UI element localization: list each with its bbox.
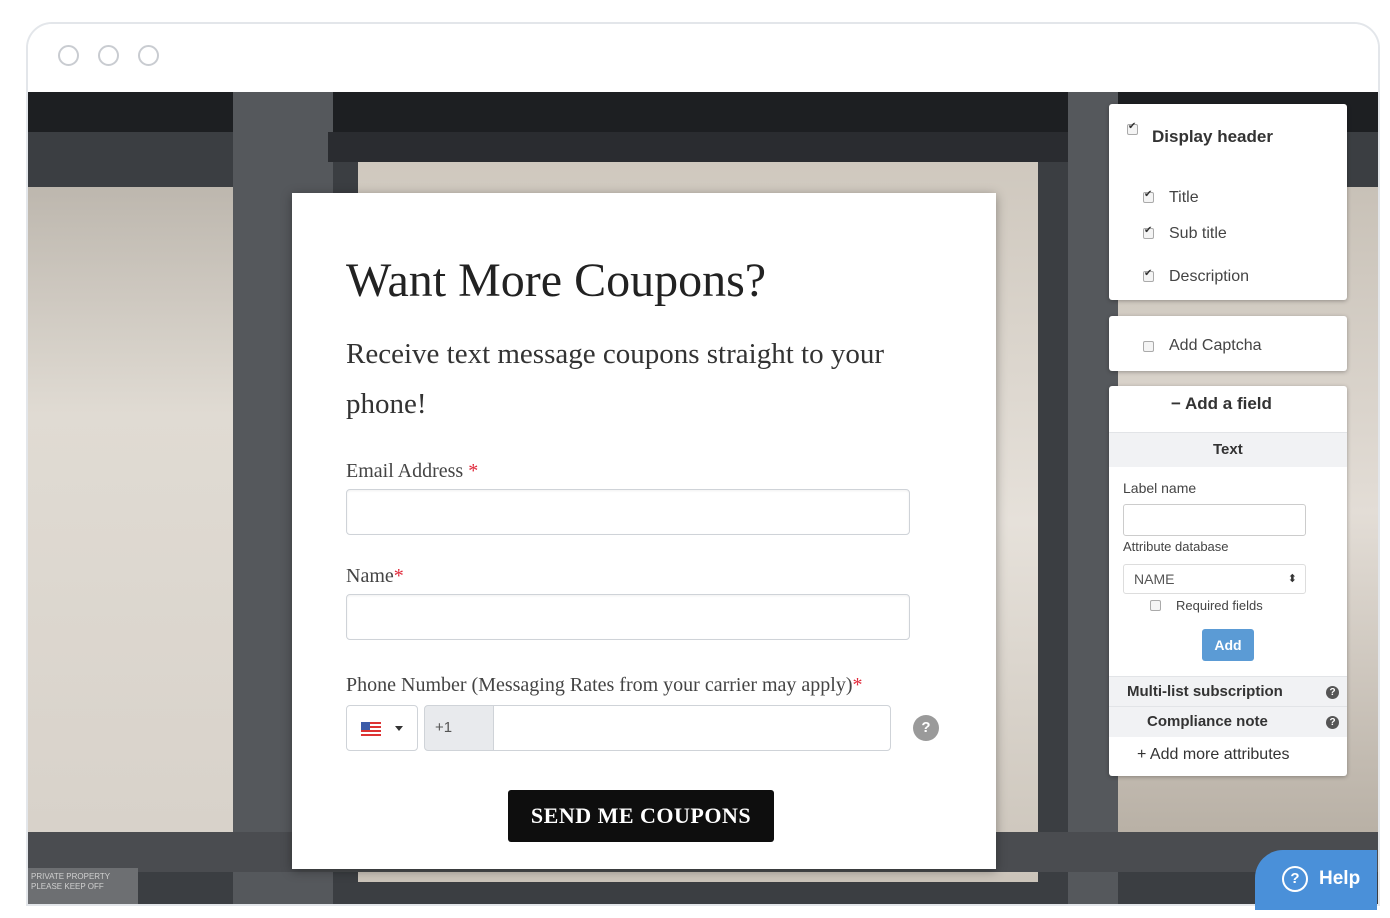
window-control-minimize-icon[interactable] <box>98 45 119 66</box>
description-checkbox[interactable] <box>1143 268 1154 282</box>
header-options-panel: Display header Title Sub title Descripti… <box>1109 104 1347 300</box>
attribute-database-select[interactable]: NAME ⬍ <box>1123 564 1306 594</box>
property-sign: PRIVATE PROPERTY PLEASE KEEP OFF <box>28 868 138 904</box>
label-name-input[interactable] <box>1123 504 1306 536</box>
display-header-checkbox[interactable] <box>1127 121 1138 135</box>
phone-label-text: Phone Number (Messaging Rates from your … <box>346 674 853 696</box>
sign-line: PLEASE KEEP OFF <box>31 882 104 891</box>
help-widget[interactable]: ? Help <box>1255 850 1377 910</box>
required-mark: * <box>852 674 863 696</box>
help-circle-icon: ? <box>1282 866 1308 892</box>
add-more-attributes-link[interactable]: + Add more attributes <box>1137 746 1290 764</box>
compliance-help-icon[interactable]: ? <box>1326 716 1339 729</box>
email-label: Email Address * <box>346 460 478 483</box>
subtitle-checkbox[interactable] <box>1143 225 1154 239</box>
name-label-text: Name <box>346 565 394 587</box>
sign-line: PRIVATE PROPERTY <box>31 872 111 881</box>
attribute-database-value: NAME <box>1134 571 1175 587</box>
attribute-database-label: Attribute database <box>1123 539 1229 554</box>
window-control-close-icon[interactable] <box>58 45 79 66</box>
multi-list-help-icon[interactable]: ? <box>1326 686 1339 699</box>
select-arrows-icon: ⬍ <box>1287 573 1297 585</box>
add-field-panel: − Add a field Text Label name Attribute … <box>1109 386 1347 776</box>
required-fields-label: Required fields <box>1176 598 1263 613</box>
caret-down-icon <box>395 726 403 731</box>
form-subtitle: Receive text message coupons straight to… <box>346 338 884 420</box>
title-option-label: Title <box>1169 189 1199 206</box>
phone-prefix: +1 <box>424 705 494 751</box>
compliance-label: Compliance note <box>1147 713 1268 730</box>
text-section-header: Text <box>1109 432 1347 467</box>
window-glass-left <box>28 187 233 837</box>
title-checkbox[interactable] <box>1143 189 1154 203</box>
window-control-maximize-icon[interactable] <box>138 45 159 66</box>
multi-list-label: Multi-list subscription <box>1127 683 1283 700</box>
send-coupons-button[interactable]: SEND ME COUPONS <box>508 790 774 842</box>
captcha-panel: Add Captcha <box>1109 316 1347 371</box>
phone-label: Phone Number (Messaging Rates from your … <box>346 674 863 697</box>
form-title: Want More Coupons? <box>346 254 767 307</box>
email-label-text: Email Address <box>346 460 464 482</box>
window-frame <box>328 132 1068 162</box>
compliance-row[interactable]: Compliance note ? <box>1109 706 1347 737</box>
us-flag-icon <box>361 722 381 736</box>
description-option-label: Description <box>1169 268 1250 285</box>
add-field-toggle[interactable]: − Add a field <box>1171 394 1272 414</box>
help-label: Help <box>1319 868 1361 889</box>
phone-row: +1 ? <box>346 705 946 751</box>
phone-field[interactable] <box>493 705 891 751</box>
window-titlebar <box>28 24 1378 92</box>
add-captcha-label: Add Captcha <box>1169 337 1262 354</box>
coupon-signup-form: Want More Coupons? Receive text message … <box>292 193 996 869</box>
required-fields-checkbox[interactable] <box>1150 600 1161 611</box>
name-label: Name* <box>346 565 404 588</box>
country-selector[interactable] <box>346 705 418 751</box>
text-section-label: Text <box>1213 441 1243 458</box>
add-captcha-checkbox[interactable] <box>1143 341 1154 352</box>
add-attribute-button[interactable]: Add <box>1202 629 1254 661</box>
multi-list-row[interactable]: Multi-list subscription ? <box>1109 676 1347 707</box>
display-header-label: Display header <box>1152 127 1273 146</box>
required-mark: * <box>393 565 404 587</box>
required-mark: * <box>468 460 479 482</box>
label-name-label: Label name <box>1123 480 1197 496</box>
name-field[interactable] <box>346 594 910 640</box>
email-field[interactable] <box>346 489 910 535</box>
subtitle-option-label: Sub title <box>1169 225 1227 242</box>
phone-help-icon[interactable]: ? <box>913 715 939 741</box>
